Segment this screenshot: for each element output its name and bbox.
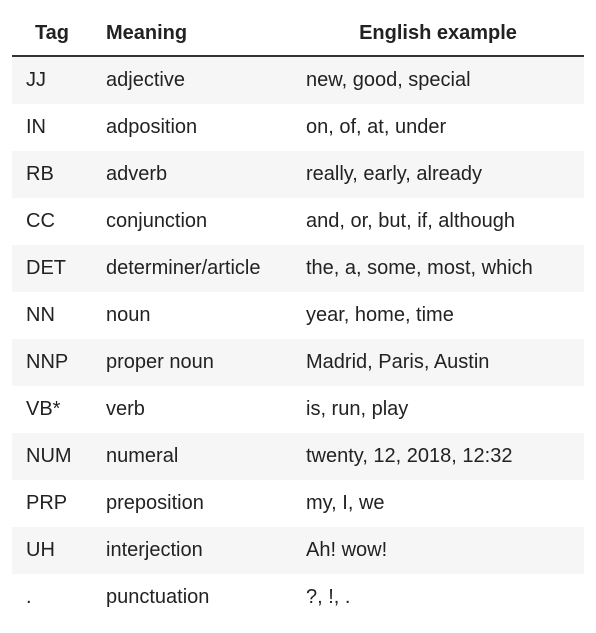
cell-tag: UH xyxy=(12,527,92,574)
cell-meaning: adverb xyxy=(92,151,292,198)
cell-meaning: verb xyxy=(92,386,292,433)
cell-meaning: conjunction xyxy=(92,198,292,245)
cell-tag: IN xyxy=(12,104,92,151)
cell-tag: NUM xyxy=(12,433,92,480)
cell-example: Ah! wow! xyxy=(292,527,584,574)
cell-tag: CC xyxy=(12,198,92,245)
cell-tag: VB* xyxy=(12,386,92,433)
table-row: . punctuation ?, !, . xyxy=(12,574,584,621)
cell-meaning: preposition xyxy=(92,480,292,527)
cell-meaning: noun xyxy=(92,292,292,339)
cell-meaning: determiner/article xyxy=(92,245,292,292)
table-row: JJ adjective new, good, special xyxy=(12,56,584,104)
table-row: NN noun year, home, time xyxy=(12,292,584,339)
table-row: RB adverb really, early, already xyxy=(12,151,584,198)
header-example: English example xyxy=(292,12,584,56)
table-header-row: Tag Meaning English example xyxy=(12,12,584,56)
cell-example: year, home, time xyxy=(292,292,584,339)
cell-example: on, of, at, under xyxy=(292,104,584,151)
table-row: NNP proper noun Madrid, Paris, Austin xyxy=(12,339,584,386)
cell-example: the, a, some, most, which xyxy=(292,245,584,292)
cell-example: ?, !, . xyxy=(292,574,584,621)
table-body: JJ adjective new, good, special IN adpos… xyxy=(12,56,584,621)
cell-example: really, early, already xyxy=(292,151,584,198)
cell-tag: . xyxy=(12,574,92,621)
table-row: PRP preposition my, I, we xyxy=(12,480,584,527)
table-row: NUM numeral twenty, 12, 2018, 12:32 xyxy=(12,433,584,480)
header-tag: Tag xyxy=(12,12,92,56)
cell-tag: JJ xyxy=(12,56,92,104)
cell-example: and, or, but, if, although xyxy=(292,198,584,245)
table-row: UH interjection Ah! wow! xyxy=(12,527,584,574)
cell-tag: PRP xyxy=(12,480,92,527)
table-row: DET determiner/article the, a, some, mos… xyxy=(12,245,584,292)
cell-meaning: proper noun xyxy=(92,339,292,386)
table-row: CC conjunction and, or, but, if, althoug… xyxy=(12,198,584,245)
cell-meaning: punctuation xyxy=(92,574,292,621)
cell-tag: NNP xyxy=(12,339,92,386)
cell-example: my, I, we xyxy=(292,480,584,527)
table-row: VB* verb is, run, play xyxy=(12,386,584,433)
cell-example: twenty, 12, 2018, 12:32 xyxy=(292,433,584,480)
cell-example: new, good, special xyxy=(292,56,584,104)
cell-example: is, run, play xyxy=(292,386,584,433)
cell-tag: NN xyxy=(12,292,92,339)
cell-meaning: adjective xyxy=(92,56,292,104)
header-meaning: Meaning xyxy=(92,12,292,56)
cell-meaning: interjection xyxy=(92,527,292,574)
cell-tag: RB xyxy=(12,151,92,198)
pos-tags-table: Tag Meaning English example JJ adjective… xyxy=(12,12,584,621)
table-row: IN adposition on, of, at, under xyxy=(12,104,584,151)
cell-tag: DET xyxy=(12,245,92,292)
cell-meaning: numeral xyxy=(92,433,292,480)
cell-example: Madrid, Paris, Austin xyxy=(292,339,584,386)
cell-meaning: adposition xyxy=(92,104,292,151)
